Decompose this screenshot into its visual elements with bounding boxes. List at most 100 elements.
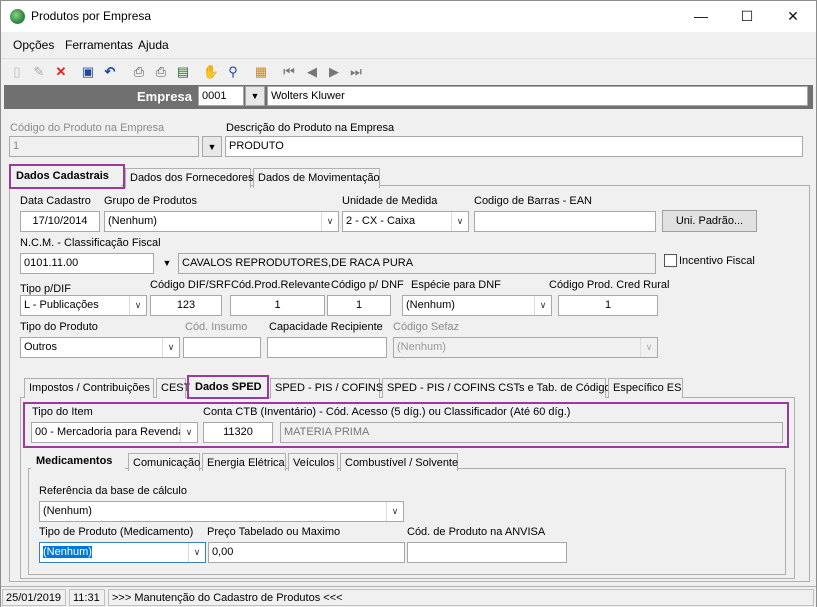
chevron-down-icon[interactable]: ∨ — [321, 212, 338, 231]
chevron-down-icon[interactable]: ∨ — [451, 212, 468, 231]
close-button[interactable]: ✕ — [770, 1, 816, 32]
product-code-input[interactable]: 1 — [9, 136, 199, 157]
insumo-input[interactable] — [183, 337, 261, 358]
cod-dif-input[interactable]: 123 — [150, 295, 222, 316]
empresa-name: Wolters Kluwer — [267, 86, 808, 106]
incentivo-label: Incentivo Fiscal — [679, 255, 755, 267]
highlight-dados-sped — [187, 375, 269, 399]
tab-comunicacao[interactable]: Comunicação — [128, 453, 200, 471]
chevron-down-icon[interactable]: ∨ — [534, 296, 551, 315]
cod-dnf-label: Código p/ DNF — [331, 279, 404, 291]
tab-veiculos[interactable]: Veículos — [288, 453, 338, 471]
conta-ctb-description: MATERIA PRIMA — [280, 422, 783, 443]
tipo-item-label: Tipo do Item — [32, 406, 93, 418]
new-icon[interactable]: ▯ — [8, 63, 26, 81]
ref-base-select[interactable]: (Nenhum) ∨ — [39, 501, 404, 522]
tab-sped-pis-cofins[interactable]: SPED - PIS / COFINS — [270, 378, 383, 398]
tab-especifico-es[interactable]: Específico ES — [608, 378, 683, 398]
minimize-button[interactable]: — — [678, 1, 724, 32]
anvisa-input[interactable] — [407, 542, 567, 563]
export-icon[interactable]: ▤ — [174, 63, 192, 81]
tab-impostos[interactable]: Impostos / Contribuições — [24, 378, 154, 398]
maximize-button[interactable]: ☐ — [724, 1, 770, 32]
tipo-item-select[interactable]: 00 - Mercadoria para Revenda ∨ — [31, 422, 198, 443]
tab-medicamentos[interactable]: Medicamentos — [31, 451, 125, 469]
chevron-down-icon[interactable]: ∨ — [129, 296, 146, 315]
cod-prod-rel-input[interactable]: 1 — [230, 295, 325, 316]
tipo-produto-select[interactable]: Outros ∨ — [20, 337, 180, 358]
capacidade-input[interactable] — [267, 337, 387, 358]
ref-base-label: Referência da base de cálculo — [39, 485, 187, 497]
tab-dados-fornecedores[interactable]: Dados dos Fornecedores — [125, 168, 254, 188]
tab-combustivel[interactable]: Combustível / Solvente — [340, 453, 458, 471]
ncm-input[interactable]: 0101.11.00 — [20, 253, 154, 274]
chevron-down-icon[interactable]: ∨ — [188, 543, 205, 562]
edit-icon[interactable]: ✎ — [30, 63, 48, 81]
print-icon[interactable]: ⎙ — [130, 63, 148, 81]
search-icon[interactable]: ⚲ — [224, 63, 242, 81]
menu-ferramentas[interactable]: Ferramentas — [65, 38, 133, 52]
menu-opcoes[interactable]: Opções — [13, 38, 54, 52]
cod-prod-rel-label: Cód.Prod.Relevante — [231, 279, 331, 291]
cred-rural-input[interactable]: 1 — [558, 295, 658, 316]
preco-label: Preço Tabelado ou Maximo — [207, 526, 341, 538]
menu-ajuda[interactable]: Ajuda — [138, 38, 169, 52]
ncm-label: N.C.M. - Classificação Fiscal — [20, 237, 161, 249]
cod-dnf-input[interactable]: 1 — [327, 295, 391, 316]
especie-select[interactable]: (Nenhum) ∨ — [402, 295, 552, 316]
tab-energia-eletrica[interactable]: Energia Elétrica — [202, 453, 286, 471]
tab-sped-csts[interactable]: SPED - PIS / COFINS CSTs e Tab. de Códig… — [382, 378, 616, 398]
status-date: 25/01/2019 — [2, 589, 66, 606]
uni-padrao-button[interactable]: Uni. Padrão... — [662, 210, 757, 232]
ncm-dropdown-button[interactable]: ▼ — [157, 253, 177, 274]
chevron-down-icon[interactable]: ∨ — [162, 338, 179, 357]
unidade-select[interactable]: 2 - CX - Caixa ∨ — [342, 211, 469, 232]
sefaz-select: (Nenhum) ∨ — [393, 337, 658, 358]
conta-ctb-code-input[interactable]: 11320 — [203, 422, 273, 443]
ean-label: Codigo de Barras - EAN — [474, 195, 592, 207]
tipo-dif-select[interactable]: L - Publicações ∨ — [20, 295, 147, 316]
product-dropdown-button[interactable]: ▼ — [202, 136, 222, 157]
tools-icon[interactable]: ✋ — [202, 63, 220, 81]
tab-cest[interactable]: CEST — [156, 378, 190, 398]
app-icon — [10, 9, 25, 24]
data-cadastro-input[interactable]: 17/10/2014 — [20, 211, 100, 232]
chevron-down-icon[interactable]: ∨ — [180, 423, 197, 442]
empresa-bar: Empresa 0001 ▼ Wolters Kluwer — [4, 85, 813, 109]
undo-icon[interactable]: ↶ — [101, 63, 119, 81]
chevron-down-icon: ∨ — [640, 338, 657, 357]
prev-record-icon[interactable]: ◀ — [303, 63, 321, 81]
empresa-code-input[interactable]: 0001 — [198, 86, 244, 106]
conta-ctb-label: Conta CTB (Inventário) - Cód. Acesso (5 … — [203, 406, 571, 418]
tipo-item-value: 00 - Mercadoria para Revenda — [35, 426, 185, 438]
tipo-medicamento-select[interactable]: (Nenhum) ∨ — [39, 542, 206, 563]
empresa-dropdown-button[interactable]: ▼ — [245, 86, 265, 106]
toolbar: ▯ ✎ ✕ ▣ ↶ ⎙ ⎙ ▤ ✋ ⚲ ▦ ⏮ ◀ ▶ ⏭ — [1, 58, 816, 85]
capacidade-label: Capacidade Recipiente — [269, 321, 383, 333]
unidade-value: 2 - CX - Caixa — [346, 215, 416, 227]
cred-rural-label: Código Prod. Cred Rural — [549, 279, 670, 291]
main-window: Produtos por Empresa — ☐ ✕ Opções Ferram… — [0, 0, 817, 607]
tab-dados-movimentacao[interactable]: Dados de Movimentação — [253, 168, 380, 188]
chevron-down-icon[interactable]: ∨ — [386, 502, 403, 521]
settings-icon[interactable]: ▦ — [252, 63, 270, 81]
incentivo-checkbox[interactable] — [664, 254, 677, 267]
tipo-medicamento-value: (Nenhum) — [43, 546, 92, 558]
first-record-icon[interactable]: ⏮ — [280, 63, 298, 81]
ean-input[interactable] — [474, 211, 656, 232]
last-record-icon[interactable]: ⏭ — [347, 63, 365, 81]
preco-input[interactable]: 0,00 — [208, 542, 405, 563]
status-time: 11:31 — [69, 589, 105, 606]
save-icon[interactable]: ▣ — [79, 63, 97, 81]
next-record-icon[interactable]: ▶ — [325, 63, 343, 81]
ncm-description: CAVALOS REPRODUTORES,DE RACA PURA — [178, 253, 656, 274]
product-desc-input[interactable]: PRODUTO — [225, 136, 803, 157]
delete-icon[interactable]: ✕ — [52, 63, 70, 81]
print-preview-icon[interactable]: ⎙ — [152, 63, 170, 81]
highlight-dados-cadastrais — [9, 164, 125, 189]
insumo-label: Cód. Insumo — [185, 321, 248, 333]
sefaz-value: (Nenhum) — [397, 341, 446, 353]
grupo-select[interactable]: (Nenhum) ∨ — [104, 211, 339, 232]
especie-value: (Nenhum) — [406, 299, 455, 311]
anvisa-label: Cód. de Produto na ANVISA — [407, 526, 546, 538]
